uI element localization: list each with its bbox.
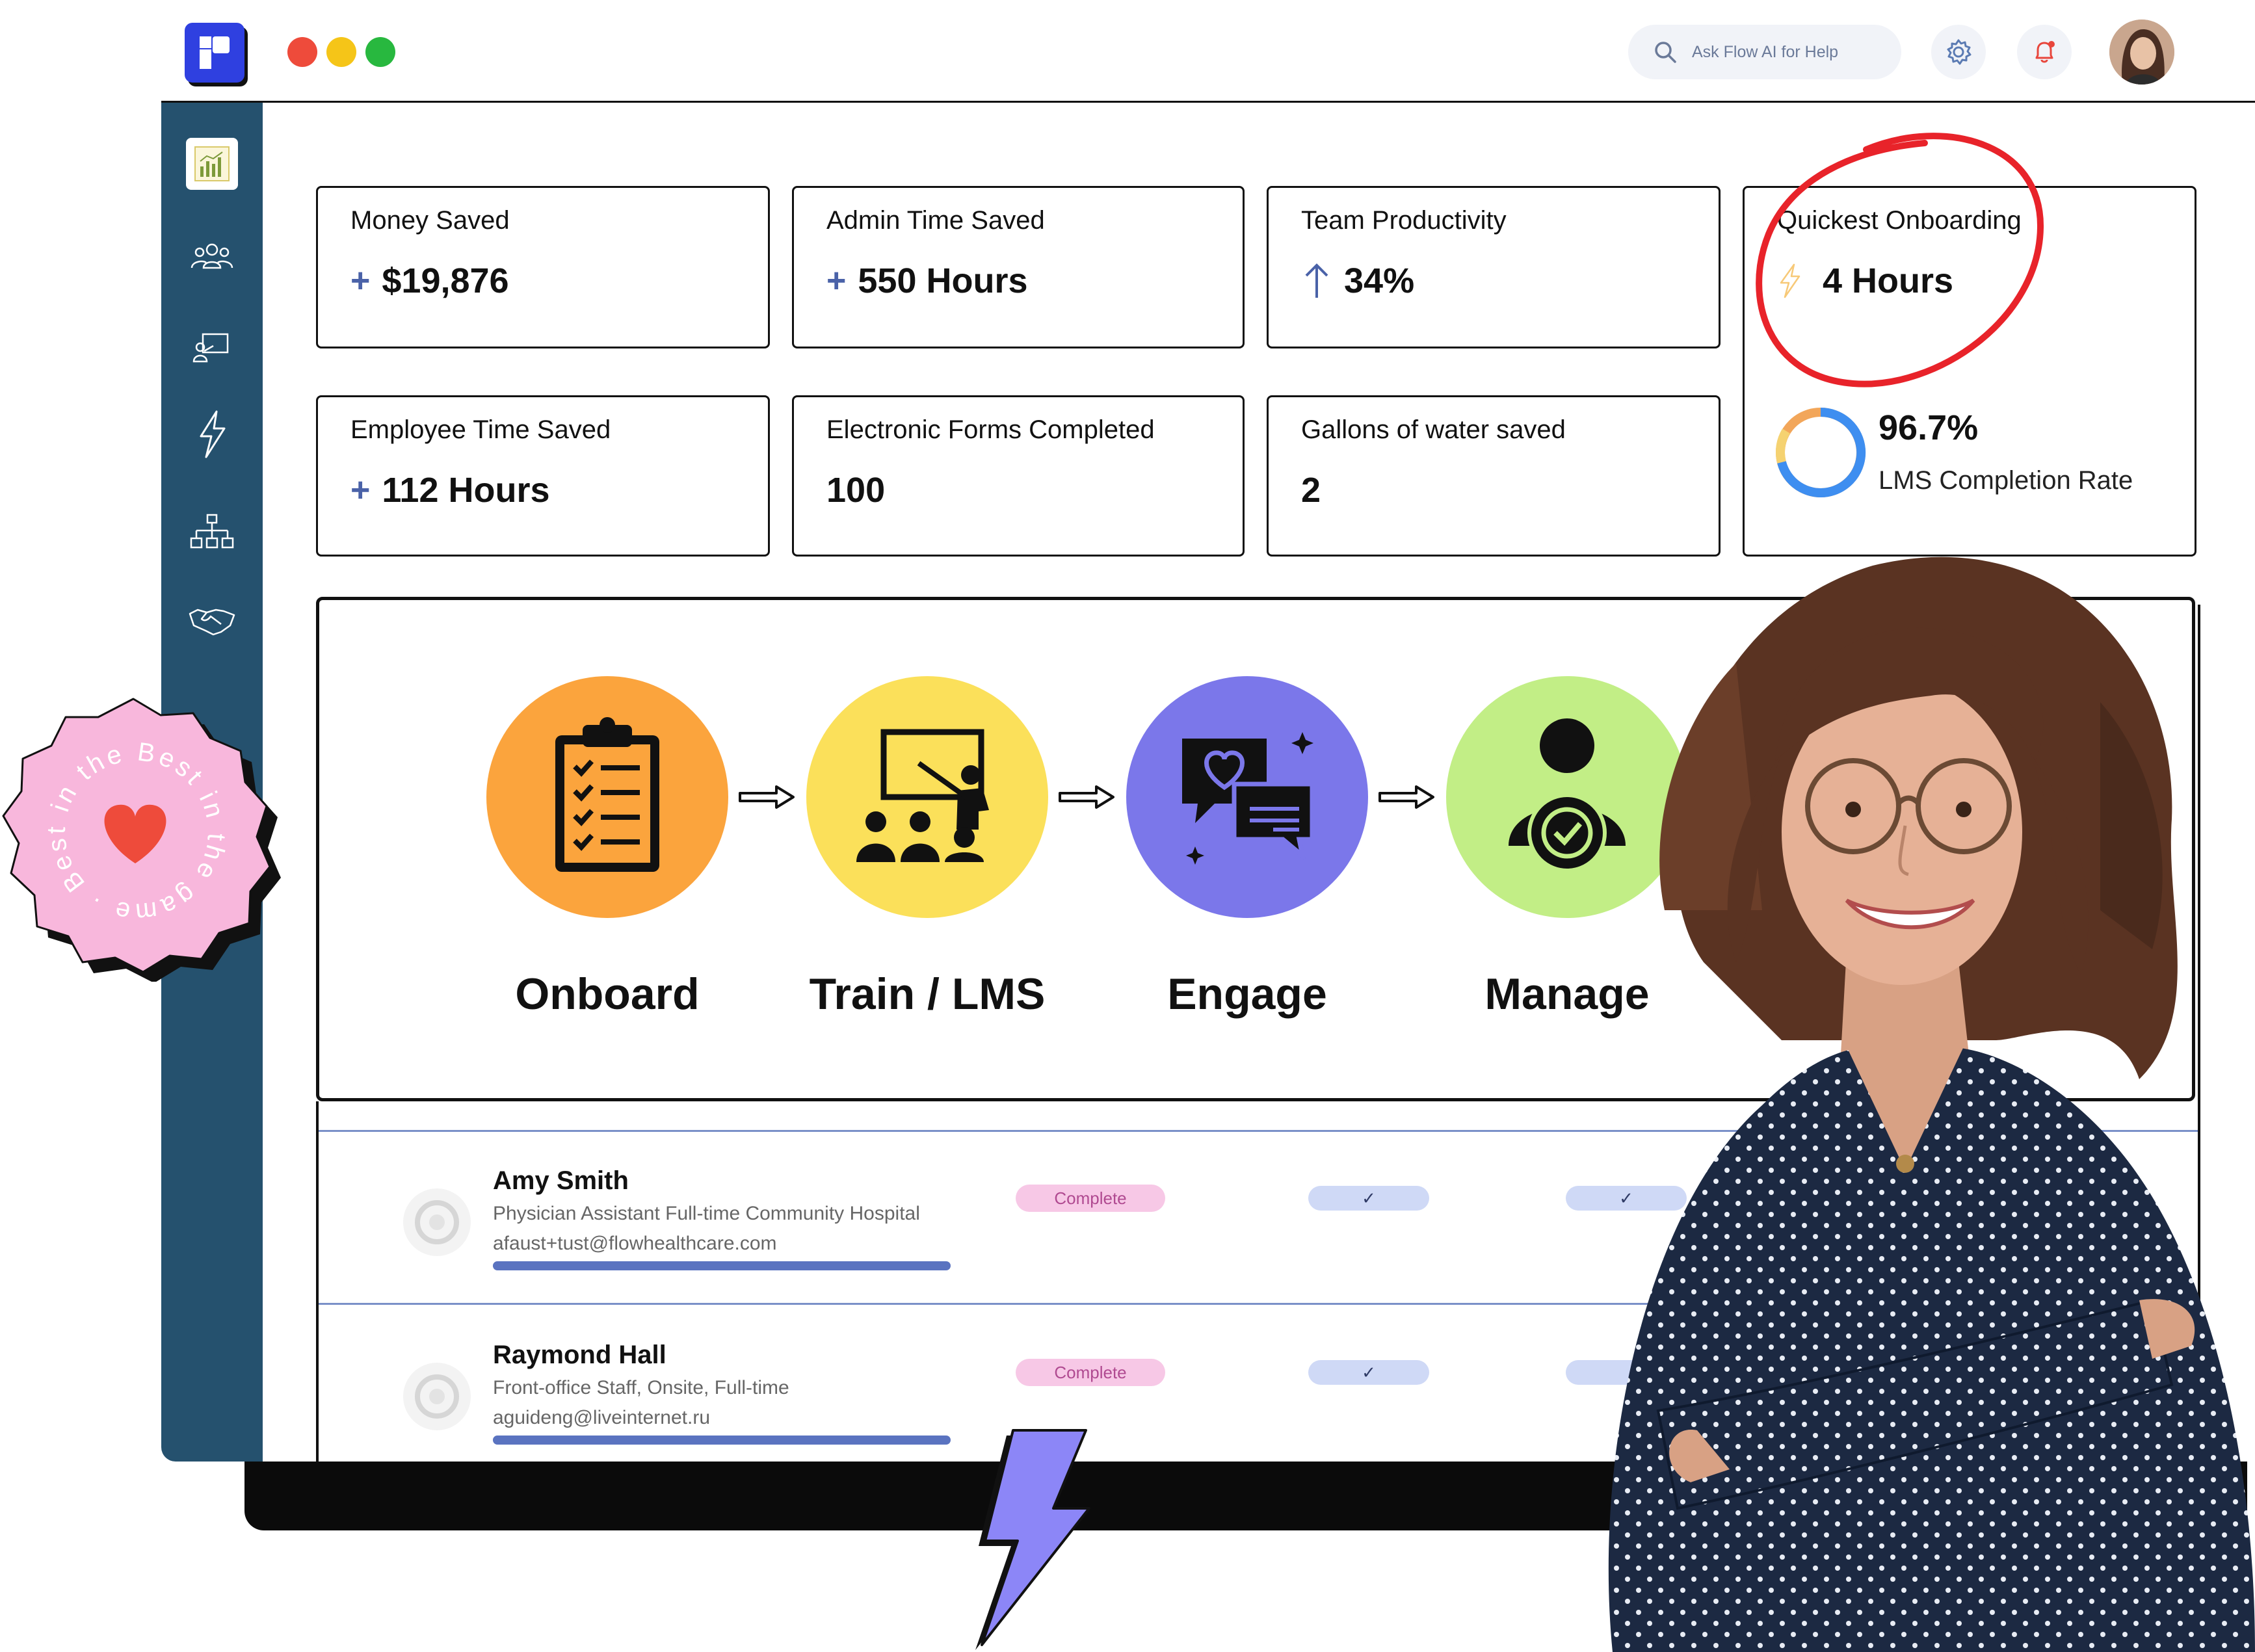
water-saved-card: Gallons of water saved 2	[1267, 395, 1721, 557]
bell-icon	[2035, 41, 2055, 63]
admin-time-label: Admin Time Saved	[826, 206, 1045, 235]
forms-completed-value: 100	[826, 471, 886, 510]
employee-role: Physician Assistant Full-time Community …	[493, 1203, 920, 1224]
sidebar-item-org-chart[interactable]	[186, 506, 238, 558]
highlight-circle-annotation	[1756, 133, 2044, 387]
lightning-bolt-decoration	[975, 1429, 1090, 1650]
status-badge: Complete	[1016, 1185, 1165, 1212]
org-chart-icon	[190, 514, 234, 549]
ai-search-input[interactable]: Ask Flow AI for Help	[1628, 25, 1901, 79]
sidebar-item-team[interactable]	[186, 231, 238, 283]
progress-bar	[493, 1436, 951, 1445]
arrow-right-icon	[739, 785, 795, 809]
employee-name: Raymond Hall	[493, 1341, 666, 1369]
engage-step-circle[interactable]	[1126, 676, 1368, 918]
money-saved-label: Money Saved	[350, 206, 510, 235]
admin-time-value: 550 Hours	[858, 261, 1028, 300]
logo-icon	[200, 36, 230, 69]
user-avatar[interactable]	[2109, 20, 2174, 85]
clipboard-icon	[555, 717, 659, 872]
chart-icon	[194, 146, 230, 181]
handshake-icon	[189, 609, 235, 636]
window-minimize-dot[interactable]	[326, 37, 356, 67]
lms-rate-label: LMS Completion Rate	[1879, 466, 2133, 495]
check-pill[interactable]: ✓	[1308, 1186, 1429, 1211]
train-step-label: Train / LMS	[809, 969, 1046, 1019]
employee-avatar	[403, 1188, 471, 1256]
employee-avatar	[403, 1363, 471, 1430]
team-productivity-value: 34%	[1344, 261, 1415, 300]
notifications-button[interactable]	[2017, 25, 2072, 79]
onboard-step-label: Onboard	[515, 969, 700, 1019]
plus-icon: +	[826, 262, 847, 300]
sidebar-item-partners[interactable]	[186, 596, 238, 648]
window-close-dot[interactable]	[287, 37, 317, 67]
train-step-circle[interactable]	[806, 676, 1048, 918]
arrow-right-icon	[1059, 785, 1114, 809]
progress-bar	[493, 1261, 951, 1270]
employee-email: afaust+tust@flowhealthcare.com	[493, 1233, 777, 1254]
sidebar-item-training[interactable]	[186, 321, 238, 373]
sidebar-item-analytics[interactable]	[186, 138, 238, 190]
avatar-placeholder-icon	[415, 1374, 459, 1419]
best-in-the-game-badge: Best in the game · Best in the game ·	[0, 696, 281, 982]
money-saved-card: Money Saved + $19,876	[316, 186, 770, 348]
window-maximize-dot[interactable]	[365, 37, 395, 67]
forms-completed-label: Electronic Forms Completed	[826, 415, 1155, 444]
arrow-up-icon	[1305, 263, 1328, 298]
header-divider	[161, 101, 2255, 103]
chat-heart-icon	[1182, 732, 1315, 865]
water-saved-label: Gallons of water saved	[1301, 415, 1566, 444]
arrow-right-icon	[1378, 785, 1434, 809]
gear-icon	[1947, 39, 1971, 65]
admin-time-card: Admin Time Saved +550 Hours	[792, 186, 1245, 348]
employee-time-label: Employee Time Saved	[350, 415, 611, 444]
onboard-step-circle[interactable]	[486, 676, 728, 918]
plus-icon: +	[350, 471, 371, 509]
check-pill[interactable]: ✓	[1308, 1360, 1429, 1385]
forms-completed-card: Electronic Forms Completed 100	[792, 395, 1245, 557]
employee-role: Front-office Staff, Onsite, Full-time	[493, 1377, 789, 1398]
sidebar-item-automation[interactable]	[186, 408, 238, 460]
lms-completion-donut	[1776, 407, 1866, 497]
team-productivity-label: Team Productivity	[1301, 206, 1507, 235]
employee-time-value: 112 Hours	[382, 471, 550, 510]
employee-email: aguideng@liveinternet.ru	[493, 1407, 710, 1428]
settings-button[interactable]	[1931, 25, 1986, 79]
search-placeholder: Ask Flow AI for Help	[1692, 42, 1839, 61]
lightning-icon	[200, 410, 226, 458]
classroom-icon	[856, 729, 989, 862]
money-saved-value: $19,876	[382, 261, 509, 300]
employee-time-card: Employee Time Saved +112 Hours	[316, 395, 770, 557]
team-productivity-card: Team Productivity 34%	[1267, 186, 1721, 348]
lms-rate-value: 96.7%	[1879, 408, 1979, 447]
status-badge: Complete	[1016, 1359, 1165, 1386]
avatar-placeholder-icon	[415, 1200, 459, 1244]
user-photo	[2109, 20, 2174, 85]
water-saved-value: 2	[1301, 471, 1321, 510]
team-icon	[191, 243, 233, 269]
smiling-woman-photo	[1608, 557, 2255, 1652]
training-icon	[192, 333, 229, 363]
engage-step-label: Engage	[1167, 969, 1327, 1019]
plus-icon: +	[350, 262, 371, 300]
app-logo[interactable]	[185, 23, 244, 83]
employee-name: Amy Smith	[493, 1166, 629, 1195]
search-icon	[1655, 42, 1676, 63]
